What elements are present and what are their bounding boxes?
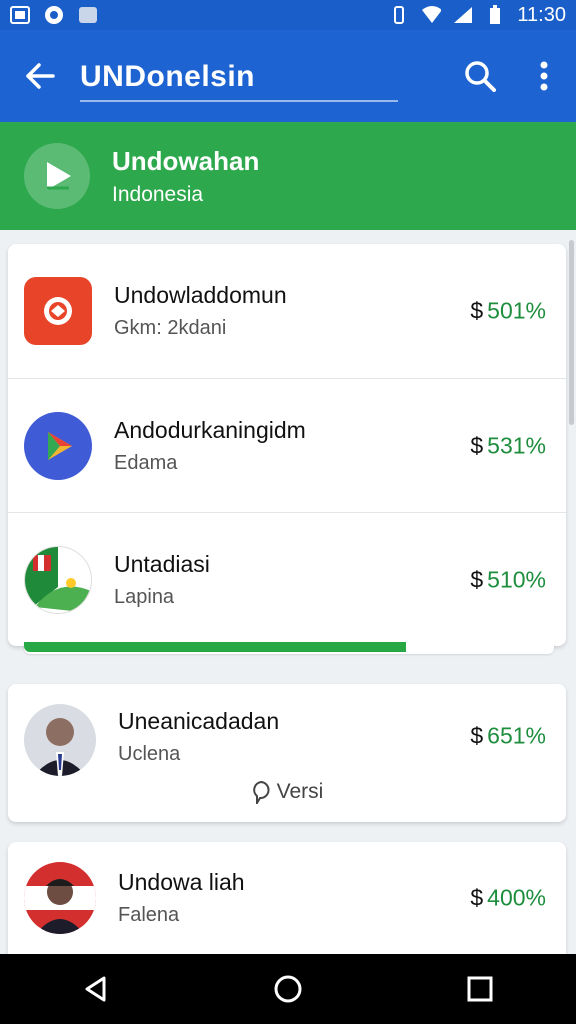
app-price: $400% — [470, 884, 546, 911]
download-progress-bar — [24, 642, 554, 654]
app-subtitle: Gkm: 2kdani — [114, 317, 227, 339]
nav-back-button[interactable] — [66, 959, 126, 1019]
back-button[interactable] — [0, 30, 80, 122]
list-item[interactable]: Untadiasi Lapina $510% — [8, 512, 566, 646]
search-icon — [465, 61, 496, 92]
person-avatar-icon — [24, 879, 96, 934]
app-subtitle: Lapina — [114, 585, 175, 608]
vibrate-icon — [389, 5, 409, 25]
battery-icon — [485, 5, 505, 25]
scrollbar[interactable] — [569, 240, 574, 425]
app-subtitle: Edama — [114, 451, 178, 474]
wifi-icon — [421, 5, 442, 25]
banner-logo — [24, 143, 90, 209]
app-icon-red — [24, 277, 92, 345]
versi-label: Versi — [276, 780, 324, 803]
list-item[interactable]: Undowladdomun Gkm: 2kdani $501% — [8, 244, 566, 378]
square-recents-icon — [467, 976, 493, 1002]
app-icon-flag — [24, 545, 92, 614]
app-icon-play — [24, 411, 92, 480]
system-nav-bar — [0, 954, 576, 1024]
status-time: 11:30 — [517, 3, 566, 26]
app-subtitle: Uclena — [118, 743, 181, 765]
triangle-back-icon — [85, 976, 106, 1002]
app-title: Undowa liah — [118, 869, 245, 895]
play-store-icon — [48, 431, 72, 460]
gallery-icon — [78, 5, 98, 25]
chat-bubble-icon — [252, 780, 270, 804]
person-avatar-icon — [34, 718, 86, 776]
app-subtitle: Falena — [118, 904, 180, 926]
app-price: $651% — [470, 722, 546, 749]
arrow-left-icon — [26, 63, 55, 89]
app-price: $510% — [470, 566, 546, 592]
list-item[interactable]: Andodurkaningidm Edama $531% — [8, 378, 566, 512]
record-icon — [44, 5, 64, 25]
app-title: Uneanicadadan — [118, 708, 280, 734]
signal-icon — [453, 5, 473, 25]
avatar — [24, 704, 96, 776]
profile-card[interactable]: Uneanicadadan Uclena $651% Versi — [8, 684, 566, 822]
nav-home-button[interactable] — [258, 959, 318, 1019]
app-price: $531% — [470, 432, 546, 458]
app-title: Undowladdomun — [114, 282, 287, 308]
app-toolbar: UNDonelsin — [0, 30, 576, 122]
notification-icon — [10, 5, 30, 25]
app-price: $501% — [470, 297, 546, 324]
list-item: Undowa liah Falena $400% — [8, 842, 566, 954]
status-bar: 11:30 — [0, 0, 576, 30]
play-download-icon — [47, 162, 71, 190]
flag-landscape-icon — [25, 546, 91, 613]
toolbar-title: UNDonelsin — [80, 60, 398, 102]
progress-fill — [24, 642, 406, 652]
app-logo-icon — [44, 297, 72, 325]
circle-home-icon — [274, 975, 302, 1003]
banner-title: Undowahan — [112, 145, 260, 176]
versi-link[interactable]: Versi — [8, 780, 566, 804]
more-vertical-icon — [540, 61, 548, 91]
overflow-menu-button[interactable] — [512, 30, 576, 122]
app-list-card: Undowladdomun Gkm: 2kdani $501% Andodurk… — [8, 244, 566, 646]
app-title: Andodurkaningidm — [114, 416, 306, 443]
search-button[interactable] — [448, 30, 512, 122]
nav-recents-button[interactable] — [450, 959, 510, 1019]
app-title: Untadiasi — [114, 550, 210, 577]
header-banner[interactable]: Undowahan Indonesia — [0, 122, 576, 230]
avatar — [24, 862, 96, 934]
banner-subtitle: Indonesia — [112, 182, 204, 206]
